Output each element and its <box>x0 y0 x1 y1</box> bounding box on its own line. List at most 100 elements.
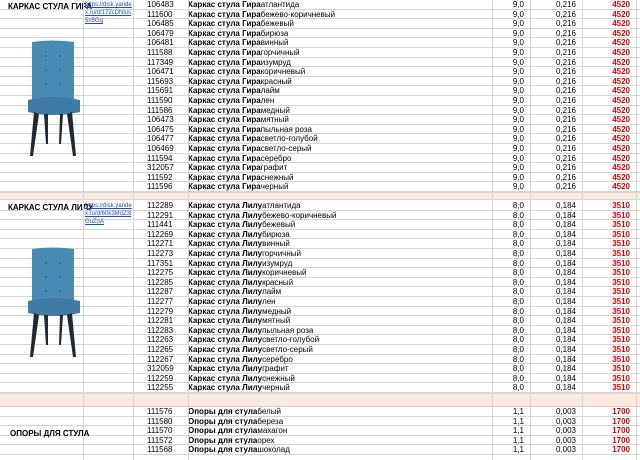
product-name[interactable]: Каркас стула Гирапыльная роза <box>188 125 492 134</box>
volume-value[interactable]: 0,184 <box>541 335 576 344</box>
weight-value[interactable]: 8,0 <box>496 374 524 383</box>
product-name[interactable]: Каркас стула Лилусветло-голубой <box>188 335 492 344</box>
price-value[interactable]: 4520 <box>590 106 630 115</box>
weight-value[interactable]: 8,0 <box>496 268 524 277</box>
product-code[interactable]: 106469 <box>133 144 185 153</box>
product-name[interactable]: Каркас стула Гирабежево-коричневый <box>188 10 492 19</box>
volume-value[interactable]: 0,216 <box>541 144 576 153</box>
product-code[interactable]: 112287 <box>133 287 185 296</box>
weight-value[interactable]: 1,1 <box>496 417 524 426</box>
price-value[interactable]: 3510 <box>590 316 630 325</box>
price-value[interactable]: 3510 <box>590 287 630 296</box>
price-value[interactable]: 1700 <box>590 407 630 416</box>
weight-value[interactable]: 9,0 <box>496 58 524 67</box>
product-code[interactable]: 112281 <box>133 316 185 325</box>
product-code[interactable]: 111580 <box>133 417 185 426</box>
volume-value[interactable]: 0,003 <box>541 445 576 454</box>
product-code[interactable]: 106483 <box>133 0 185 9</box>
product-name[interactable]: Каркас стула Лилуизумруд <box>188 259 492 268</box>
product-code[interactable]: 111594 <box>133 154 185 163</box>
product-code[interactable]: 111590 <box>133 96 185 105</box>
volume-value[interactable]: 0,184 <box>541 249 576 258</box>
product-code[interactable]: 112271 <box>133 239 185 248</box>
product-code[interactable]: 106485 <box>133 19 185 28</box>
volume-value[interactable]: 0,184 <box>541 355 576 364</box>
price-value[interactable]: 3510 <box>590 239 630 248</box>
volume-value[interactable]: 0,216 <box>541 163 576 172</box>
weight-value[interactable]: 9,0 <box>496 115 524 124</box>
product-name[interactable]: Каркас стула Лилуграфит <box>188 364 492 373</box>
product-name[interactable]: Опоры для стулаорех <box>188 436 492 445</box>
weight-value[interactable]: 9,0 <box>496 86 524 95</box>
price-value[interactable]: 4520 <box>590 115 630 124</box>
price-value[interactable]: 3510 <box>590 383 630 392</box>
product-code[interactable]: 111596 <box>133 182 185 191</box>
image-link[interactable]: https://disk.yandex.ru/d/172cDNlus5n5Gg <box>85 1 133 25</box>
product-code[interactable]: 112279 <box>133 307 185 316</box>
price-value[interactable]: 4520 <box>590 182 630 191</box>
product-name[interactable]: Каркас стула Лилувинный <box>188 239 492 248</box>
product-code[interactable]: 312059 <box>133 364 185 373</box>
price-value[interactable]: 1700 <box>590 426 630 435</box>
price-value[interactable]: 3510 <box>590 326 630 335</box>
volume-value[interactable]: 0,216 <box>541 48 576 57</box>
volume-value[interactable]: 0,184 <box>541 230 576 239</box>
weight-value[interactable]: 1,1 <box>496 445 524 454</box>
product-code[interactable]: 112255 <box>133 383 185 392</box>
volume-value[interactable]: 0,216 <box>541 58 576 67</box>
weight-value[interactable]: 1,1 <box>496 407 524 416</box>
product-name[interactable]: Каркас стула Гирасветло-серый <box>188 144 492 153</box>
weight-value[interactable]: 9,0 <box>496 163 524 172</box>
product-code[interactable]: 117349 <box>133 58 185 67</box>
product-code[interactable]: 112289 <box>133 201 185 210</box>
price-value[interactable]: 1700 <box>590 436 630 445</box>
weight-value[interactable]: 8,0 <box>496 201 524 210</box>
price-value[interactable]: 3510 <box>590 374 630 383</box>
price-value[interactable]: 3510 <box>590 307 630 316</box>
product-name[interactable]: Каркас стула Лилусветло-серый <box>188 345 492 354</box>
price-value[interactable]: 4520 <box>590 10 630 19</box>
product-code[interactable]: 106479 <box>133 29 185 38</box>
price-value[interactable]: 4520 <box>590 96 630 105</box>
volume-value[interactable]: 0,216 <box>541 125 576 134</box>
product-code[interactable]: 111568 <box>133 445 185 454</box>
volume-value[interactable]: 0,184 <box>541 211 576 220</box>
product-name[interactable]: Каркас стула Гирален <box>188 96 492 105</box>
product-code[interactable]: 106475 <box>133 125 185 134</box>
price-value[interactable]: 3510 <box>590 201 630 210</box>
product-name[interactable]: Каркас стула Лилубежевый <box>188 220 492 229</box>
product-name[interactable]: Каркас стула Лилукрасный <box>188 278 492 287</box>
product-name[interactable]: Каркас стула Лилуатлантида <box>188 201 492 210</box>
volume-value[interactable]: 0,184 <box>541 364 576 373</box>
product-code[interactable]: 111592 <box>133 173 185 182</box>
volume-value[interactable]: 0,216 <box>541 106 576 115</box>
price-value[interactable]: 3510 <box>590 364 630 373</box>
product-code[interactable]: 312057 <box>133 163 185 172</box>
weight-value[interactable]: 8,0 <box>496 364 524 373</box>
weight-value[interactable]: 8,0 <box>496 220 524 229</box>
product-code[interactable]: 115691 <box>133 86 185 95</box>
product-code[interactable]: 112277 <box>133 297 185 306</box>
price-value[interactable]: 3510 <box>590 355 630 364</box>
volume-value[interactable]: 0,003 <box>541 436 576 445</box>
product-name[interactable]: Каркас стула Лилуснежный <box>188 374 492 383</box>
product-name[interactable]: Каркас стула Лилукоричневый <box>188 268 492 277</box>
price-value[interactable]: 4520 <box>590 173 630 182</box>
volume-value[interactable]: 0,216 <box>541 115 576 124</box>
price-value[interactable]: 4520 <box>590 38 630 47</box>
weight-value[interactable]: 9,0 <box>496 144 524 153</box>
product-code[interactable]: 111600 <box>133 10 185 19</box>
weight-value[interactable]: 8,0 <box>496 287 524 296</box>
weight-value[interactable]: 9,0 <box>496 96 524 105</box>
weight-value[interactable]: 9,0 <box>496 173 524 182</box>
product-name[interactable]: Каркас стула Лилулен <box>188 297 492 306</box>
product-name[interactable]: Опоры для стулабереза <box>188 417 492 426</box>
product-code[interactable]: 111588 <box>133 48 185 57</box>
volume-value[interactable]: 0,216 <box>541 154 576 163</box>
product-code[interactable]: 112285 <box>133 278 185 287</box>
volume-value[interactable]: 0,216 <box>541 10 576 19</box>
product-name[interactable]: Каркас стула Гирабирюза <box>188 29 492 38</box>
volume-value[interactable]: 0,184 <box>541 220 576 229</box>
weight-value[interactable]: 8,0 <box>496 230 524 239</box>
price-value[interactable]: 3510 <box>590 297 630 306</box>
